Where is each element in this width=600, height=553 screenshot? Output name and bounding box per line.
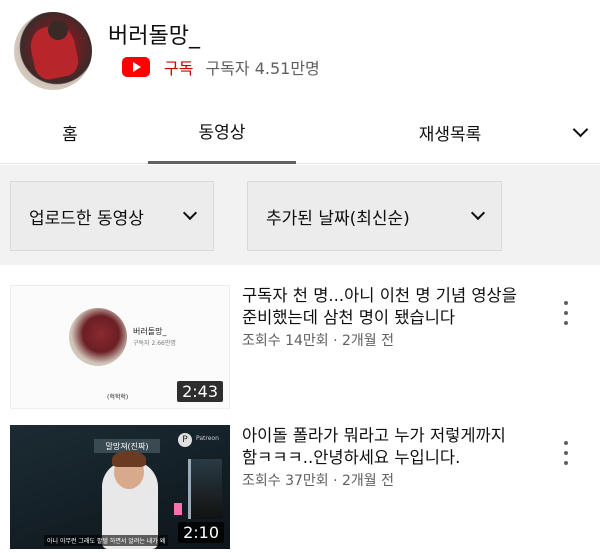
thumbnail-cup — [174, 503, 182, 515]
video-info: 조회수 14만회 · 2개월 전 — [242, 333, 395, 349]
video-type-label: 업로드한 동영상 — [29, 208, 144, 229]
subscriber-count: 구독자 4.51만명 — [205, 59, 320, 78]
thumbnail-subtitle: 아니 아무런 그래도 팔텔 하면서 알려는 내가 왜 — [44, 535, 169, 546]
tabs-more-button[interactable] — [560, 100, 600, 164]
thumbnail-channel-name: 버러돌망_ — [133, 327, 167, 336]
filter-bar: 업로드한 동영상 추가된 날짜(최신순) — [0, 165, 600, 265]
chevron-down-icon — [572, 121, 588, 137]
sort-dropdown[interactable]: 추가된 날짜(최신순) — [247, 181, 502, 251]
video-info: 조회수 37만회 · 2개월 전 — [242, 473, 395, 489]
thumbnail-sub-count: 구독자 2.66만명 — [133, 340, 176, 347]
channel-name: 버러돌망_ — [108, 24, 200, 49]
video-duration: 2:43 — [177, 381, 223, 402]
patreon-icon: P — [178, 433, 192, 447]
thumbnail-caption: (헉헉헉) — [107, 394, 129, 401]
thumbnail-lamp — [188, 459, 222, 519]
more-options-icon[interactable] — [558, 441, 574, 465]
channel-header: 버러돌망_ 구독 구독자 4.51만명 — [0, 0, 600, 100]
video-list-item[interactable]: 버러돌망_ 구독자 2.66만명 (헉헉헉) 2:43 구독자 천 명...아니… — [0, 285, 600, 421]
video-duration: 2:10 — [178, 522, 224, 543]
video-meta: 구독자 천 명...아니 이천 명 기념 영상을 준비했는데 삼천 명이 됐습니… — [242, 285, 522, 351]
subscribe-button[interactable]: 구독 — [164, 55, 193, 79]
thumbnail-character-hair — [112, 451, 146, 467]
video-meta: 아이돌 폴라가 뭐라고 누가 저렇게까지 함ㅋㅋㅋ..안녕하세요 누입니다. 조… — [242, 425, 522, 491]
subscribe-row: 구독 구독자 4.51만명 — [122, 56, 320, 78]
channel-tabs: 홈 동영상 재생목록 — [0, 100, 600, 164]
tab-videos[interactable]: 동영상 — [148, 100, 296, 164]
youtube-icon[interactable] — [122, 57, 150, 77]
sort-label: 추가된 날짜(최신순) — [266, 208, 410, 229]
video-title[interactable]: 아이돌 폴라가 뭐라고 누가 저렇게까지 함ㅋㅋㅋ..안녕하세요 누입니다. — [242, 425, 522, 469]
video-list-item[interactable]: 말망져(진짜) P Patreon 아니 아무런 그래도 팔텔 하면서 알려는 … — [0, 425, 600, 553]
chevron-down-icon — [182, 205, 198, 221]
video-title[interactable]: 구독자 천 명...아니 이천 명 기념 영상을 준비했는데 삼천 명이 됐습니… — [242, 285, 522, 329]
video-thumbnail[interactable]: 버러돌망_ 구독자 2.66만명 (헉헉헉) 2:43 — [10, 285, 230, 409]
tab-home[interactable]: 홈 — [20, 100, 120, 164]
avatar-head — [48, 20, 68, 40]
tab-playlists[interactable]: 재생목록 — [380, 100, 520, 164]
video-type-dropdown[interactable]: 업로드한 동영상 — [10, 181, 214, 251]
patreon-label: Patreon — [196, 435, 219, 442]
channel-avatar[interactable] — [14, 12, 92, 90]
video-thumbnail[interactable]: 말망져(진짜) P Patreon 아니 아무런 그래도 팔텔 하면서 알려는 … — [10, 425, 230, 549]
more-options-icon[interactable] — [558, 301, 574, 325]
chevron-down-icon — [470, 205, 486, 221]
thumbnail-avatar — [69, 308, 127, 366]
